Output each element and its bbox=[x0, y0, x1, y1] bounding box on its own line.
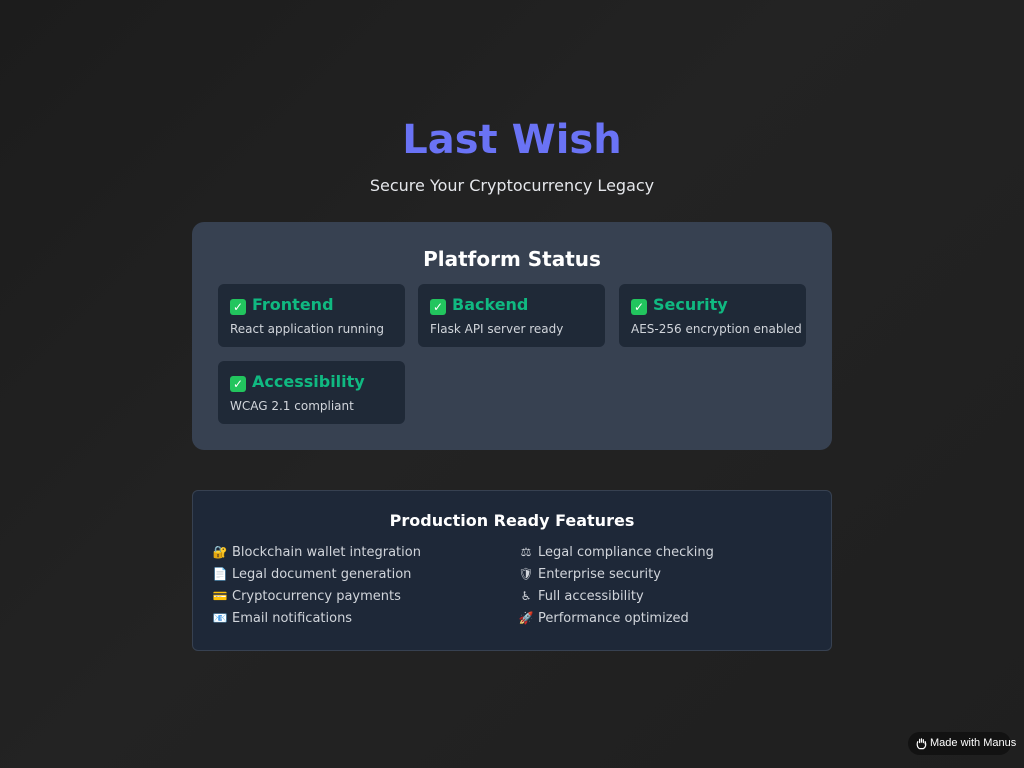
features-list-right: ⚖ Legal compliance checking 🛡 Enterprise s… bbox=[518, 541, 714, 629]
feature-label: Cryptocurrency payments bbox=[232, 589, 401, 604]
manus-hand-icon bbox=[916, 738, 927, 750]
check-mark-icon: ✓ bbox=[230, 376, 246, 392]
check-mark-icon: ✓ bbox=[631, 299, 647, 315]
list-item: 💳 Cryptocurrency payments bbox=[212, 585, 421, 607]
status-card-frontend: ✓ Frontend React application running bbox=[218, 284, 405, 347]
status-card-title: Backend bbox=[452, 295, 529, 314]
status-card-backend: ✓ Backend Flask API server ready bbox=[418, 284, 605, 347]
status-card-accessibility: ✓ Accessibility WCAG 2.1 compliant bbox=[218, 361, 405, 424]
feature-label: Blockchain wallet integration bbox=[232, 545, 421, 560]
status-card-title: Security bbox=[653, 295, 728, 314]
balance-scale-icon: ⚖ bbox=[520, 545, 532, 559]
lock-with-key-icon: 🔐 bbox=[212, 545, 228, 559]
rocket-icon: 🚀 bbox=[518, 611, 534, 625]
features-list-left: 🔐 Blockchain wallet integration 📄 Legal do… bbox=[212, 541, 421, 629]
status-card-title: Accessibility bbox=[252, 372, 365, 391]
feature-label: Email notifications bbox=[232, 611, 353, 626]
platform-status-title: Platform Status bbox=[423, 247, 601, 271]
list-item: 🚀 Performance optimized bbox=[518, 607, 714, 629]
wheelchair-icon: ♿ bbox=[520, 589, 532, 603]
feature-label: Legal compliance checking bbox=[538, 545, 714, 560]
status-card-description: WCAG 2.1 compliant bbox=[230, 399, 354, 413]
list-item: 🛡 Enterprise security bbox=[518, 563, 714, 585]
page-title: Last Wish bbox=[402, 117, 622, 163]
feature-label: Full accessibility bbox=[538, 589, 644, 604]
credit-card-icon: 💳 bbox=[212, 589, 228, 603]
list-item: ⚖ Legal compliance checking bbox=[518, 541, 714, 563]
list-item: 📄 Legal document generation bbox=[212, 563, 421, 585]
badge-label: Made with Manus bbox=[930, 737, 1017, 749]
status-card-title: Frontend bbox=[252, 295, 334, 314]
platform-status-panel: Platform Status ✓ Frontend React applicat… bbox=[192, 222, 832, 450]
feature-label: Legal document generation bbox=[232, 567, 412, 582]
shield-icon: 🛡 bbox=[518, 567, 534, 581]
list-item: 📧 Email notifications bbox=[212, 607, 421, 629]
list-item: ♿ Full accessibility bbox=[518, 585, 714, 607]
check-mark-icon: ✓ bbox=[230, 299, 246, 315]
document-icon: 📄 bbox=[212, 567, 228, 581]
status-card-description: Flask API server ready bbox=[430, 322, 564, 336]
email-icon: 📧 bbox=[212, 611, 228, 625]
made-with-manus-badge[interactable]: Made with Manus bbox=[908, 732, 1016, 755]
status-card-description: AES-256 encryption enabled bbox=[631, 322, 802, 336]
feature-label: Performance optimized bbox=[538, 611, 689, 626]
page-subtitle: Secure Your Cryptocurrency Legacy bbox=[369, 176, 655, 195]
feature-label: Enterprise security bbox=[538, 567, 661, 582]
status-card-security: ✓ Security AES-256 encryption enabled bbox=[619, 284, 806, 347]
list-item: 🔐 Blockchain wallet integration bbox=[212, 541, 421, 563]
check-mark-icon: ✓ bbox=[430, 299, 446, 315]
status-card-description: React application running bbox=[230, 322, 384, 336]
features-title: Production Ready Features bbox=[389, 511, 635, 530]
features-panel: Production Ready Features 🔐 Blockchain wa… bbox=[192, 490, 832, 651]
